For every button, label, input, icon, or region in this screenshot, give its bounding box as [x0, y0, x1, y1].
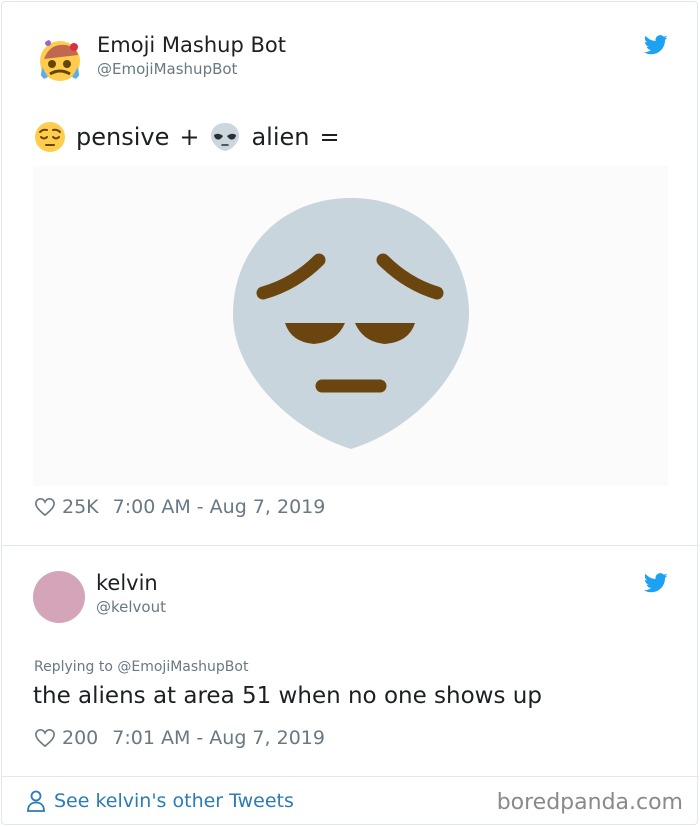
like-count[interactable]: 25K [62, 496, 99, 518]
heart-icon[interactable] [34, 728, 56, 748]
heart-icon[interactable] [34, 497, 56, 517]
reply-timestamp[interactable]: 7:01 AM - Aug 7, 2019 [112, 727, 325, 749]
reply-like-count[interactable]: 200 [62, 727, 98, 749]
plus-sign: + [179, 123, 200, 151]
reply-avatar[interactable] [33, 571, 85, 623]
person-icon [27, 790, 45, 812]
equals-sign: = [319, 123, 340, 151]
emoji-a-name: pensive [76, 123, 170, 151]
emoji-b-name: alien [251, 123, 310, 151]
see-other-tweets-link[interactable]: See kelvin's other Tweets [26, 790, 294, 812]
twitter-bird-icon[interactable] [644, 35, 668, 55]
reply-author-handle[interactable]: @kelvout [96, 598, 166, 616]
reply-meta: 200 7:01 AM - Aug 7, 2019 [34, 727, 325, 749]
reply-context[interactable]: Replying to @EmojiMashupBot [34, 659, 248, 675]
pensive-alien-emoji-icon [233, 198, 469, 449]
timestamp[interactable]: 7:00 AM - Aug 7, 2019 [113, 496, 326, 518]
mashup-image[interactable] [33, 166, 668, 486]
author-name[interactable]: Emoji Mashup Bot [97, 33, 286, 57]
tweet-reply: kelvin @kelvout Replying to @EmojiMashup… [1, 547, 699, 777]
alien-emoji-icon [211, 123, 240, 151]
bot-avatar[interactable] [36, 37, 84, 85]
see-other-tweets-label[interactable]: See kelvin's other Tweets [54, 790, 294, 812]
reply-author-name[interactable]: kelvin [96, 571, 158, 595]
author-handle[interactable]: @EmojiMashupBot [97, 60, 237, 78]
twitter-bird-icon[interactable] [644, 573, 668, 593]
tweet-original: Emoji Mashup Bot @EmojiMashupBot pensive… [1, 1, 699, 546]
tweet-text: pensive + alien = [34, 121, 350, 153]
watermark: boredpanda.com [496, 790, 683, 815]
reply-text: the aliens at area 51 when no one shows … [33, 683, 542, 709]
pensive-emoji-icon [35, 122, 65, 152]
embed-footer: See kelvin's other Tweets boredpanda.com [1, 778, 699, 825]
tweet-meta: 25K 7:00 AM - Aug 7, 2019 [34, 496, 325, 518]
